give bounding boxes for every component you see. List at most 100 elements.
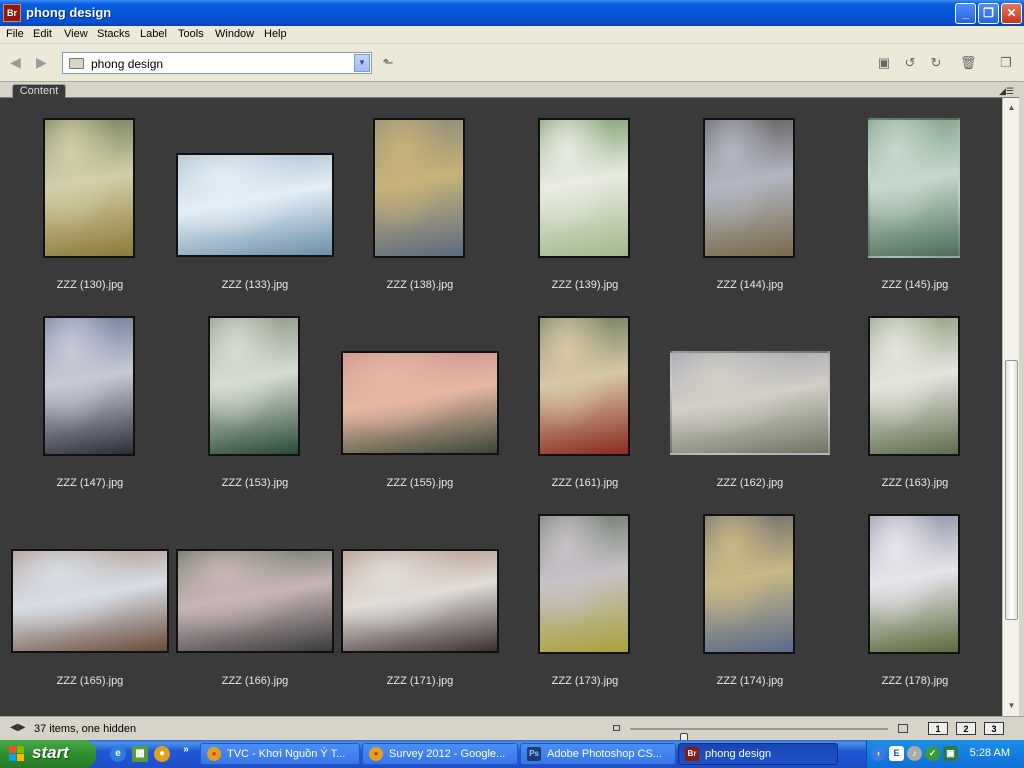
- chrome-icon: ●: [207, 747, 221, 761]
- path-dropdown[interactable]: phong design ▼: [62, 52, 372, 74]
- thumbnail-caption: ZZZ (133).jpg: [221, 279, 289, 291]
- thumbnail[interactable]: [208, 316, 300, 456]
- photoshop-icon: Ps: [527, 747, 541, 761]
- minimize-button[interactable]: _: [955, 3, 976, 24]
- scroll-down-icon[interactable]: ▼: [1004, 698, 1019, 713]
- workspace-1-button[interactable]: 1: [928, 722, 948, 735]
- thumbnail[interactable]: [868, 316, 960, 456]
- panel-toggle-icon[interactable]: ◀▶: [10, 722, 25, 733]
- task-bridge[interactable]: Br phong design: [678, 743, 838, 765]
- thumbnail-caption: ZZZ (178).jpg: [881, 675, 949, 687]
- tray-expand-icon[interactable]: ‹: [871, 746, 886, 761]
- scroll-up-icon[interactable]: ▲: [1004, 100, 1019, 115]
- thumbnail[interactable]: [373, 118, 465, 258]
- more-quicklaunch-icon[interactable]: »: [178, 742, 194, 758]
- taskbar: start e ▦ ● » ● TVC - Khơi Nguồn Ý T... …: [0, 740, 1024, 768]
- thumbnail[interactable]: [11, 549, 169, 653]
- thumbnail[interactable]: [538, 514, 630, 654]
- chrome-icon[interactable]: ●: [154, 746, 170, 762]
- tab-content[interactable]: Content: [12, 84, 66, 98]
- thumbnail-caption: ZZZ (163).jpg: [881, 477, 949, 489]
- task-label: TVC - Khơi Nguồn Ý T...: [227, 748, 346, 760]
- item-count: 37 items, one hidden: [34, 723, 137, 735]
- menu-help[interactable]: Help: [264, 28, 287, 40]
- panel-menu-icon[interactable]: ◢☰: [999, 86, 1014, 97]
- tray-speaker-icon[interactable]: ♪: [907, 746, 922, 761]
- thumbnail-caption: ZZZ (155).jpg: [386, 477, 454, 489]
- menu-tools[interactable]: Tools: [178, 28, 204, 40]
- ie-icon[interactable]: e: [110, 746, 126, 762]
- thumbnail[interactable]: [341, 549, 499, 653]
- thumbnail-size-slider[interactable]: [630, 728, 888, 744]
- thumbnail-caption: ZZZ (138).jpg: [386, 279, 454, 291]
- task-photoshop[interactable]: Ps Adobe Photoshop CS...: [520, 743, 676, 765]
- thumbnail-caption: ZZZ (153).jpg: [221, 477, 289, 489]
- thumbnail[interactable]: [868, 118, 960, 258]
- large-thumbnail-icon[interactable]: [898, 724, 908, 733]
- trash-icon[interactable]: 🗑: [960, 56, 977, 70]
- thumbnail-caption: ZZZ (166).jpg: [221, 675, 289, 687]
- menu-window[interactable]: Window: [215, 28, 254, 40]
- new-folder-icon[interactable]: ▣: [876, 56, 892, 70]
- start-label: start: [32, 743, 69, 762]
- go-up-folder-icon[interactable]: ⬑: [380, 56, 396, 70]
- menu-edit[interactable]: Edit: [33, 28, 52, 40]
- small-thumbnail-icon[interactable]: [613, 725, 620, 731]
- thumbnail-caption: ZZZ (162).jpg: [716, 477, 784, 489]
- thumbnail[interactable]: [176, 153, 334, 257]
- thumbnail[interactable]: [176, 549, 334, 653]
- compact-mode-icon[interactable]: ❐: [998, 56, 1014, 70]
- thumbnail-caption: ZZZ (139).jpg: [551, 279, 619, 291]
- folder-icon: [69, 58, 84, 69]
- clock: 5:28 AM: [969, 747, 1010, 759]
- thumbnail[interactable]: [43, 118, 135, 258]
- panel-header: [0, 82, 1024, 98]
- maximize-button[interactable]: ❐: [978, 3, 999, 24]
- thumbnail[interactable]: [868, 514, 960, 654]
- thumbnail-caption: ZZZ (173).jpg: [551, 675, 619, 687]
- rotate-right-icon[interactable]: ↻: [928, 56, 944, 70]
- thumbnail[interactable]: [538, 118, 630, 258]
- bridge-app-icon: Br: [3, 4, 21, 22]
- tray-e-icon[interactable]: E: [889, 746, 904, 761]
- task-tvc[interactable]: ● TVC - Khơi Nguồn Ý T...: [200, 743, 360, 765]
- menu-view[interactable]: View: [64, 28, 88, 40]
- thumbnail-caption: ZZZ (144).jpg: [716, 279, 784, 291]
- scroll-thumb[interactable]: [1005, 360, 1018, 620]
- thumbnail[interactable]: [703, 514, 795, 654]
- tray-shield-icon[interactable]: ✓: [925, 746, 940, 761]
- thumbnail-caption: ZZZ (130).jpg: [56, 279, 124, 291]
- chevron-down-icon[interactable]: ▼: [354, 54, 370, 72]
- back-arrow-icon[interactable]: ◀: [10, 54, 21, 71]
- menu-stacks[interactable]: Stacks: [97, 28, 130, 40]
- forward-arrow-icon[interactable]: ▶: [36, 54, 47, 71]
- thumbnail[interactable]: [341, 351, 499, 455]
- thumbnail[interactable]: [43, 316, 135, 456]
- rotate-left-icon[interactable]: ↺: [902, 56, 918, 70]
- thumbnail-caption: ZZZ (171).jpg: [386, 675, 454, 687]
- show-desktop-icon[interactable]: ▦: [132, 746, 148, 762]
- bridge-icon: Br: [685, 747, 699, 761]
- tray-network-icon[interactable]: ▣: [943, 746, 958, 761]
- close-button[interactable]: ✕: [1001, 3, 1022, 24]
- workspace-2-button[interactable]: 2: [956, 722, 976, 735]
- task-label: Adobe Photoshop CS...: [547, 748, 662, 760]
- menu-file[interactable]: File: [6, 28, 24, 40]
- vertical-scrollbar[interactable]: ▲ ▼: [1002, 98, 1019, 716]
- thumbnail-caption: ZZZ (174).jpg: [716, 675, 784, 687]
- thumbnail[interactable]: [703, 118, 795, 258]
- thumbnail[interactable]: [538, 316, 630, 456]
- windows-logo-icon: [9, 746, 25, 762]
- start-button[interactable]: start: [0, 740, 96, 768]
- menu-label[interactable]: Label: [140, 28, 167, 40]
- chrome-icon: ●: [369, 747, 383, 761]
- thumbnail-caption: ZZZ (165).jpg: [56, 675, 124, 687]
- task-label: phong design: [705, 748, 772, 760]
- title-bar: Br phong design _ ❐ ✕: [0, 0, 1024, 26]
- thumbnail[interactable]: [670, 351, 830, 455]
- task-survey[interactable]: ● Survey 2012 - Google...: [362, 743, 518, 765]
- workspace-3-button[interactable]: 3: [984, 722, 1004, 735]
- thumbnail-caption: ZZZ (145).jpg: [881, 279, 949, 291]
- window-title: phong design: [26, 5, 112, 20]
- content-grid: ZZZ (130).jpg ZZZ (133).jpg ZZZ (138).jp…: [0, 98, 1002, 716]
